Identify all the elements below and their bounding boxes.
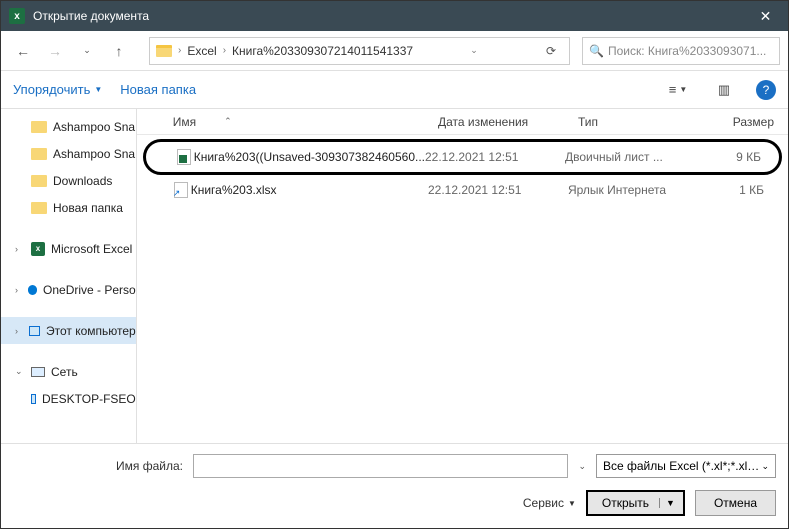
pc-icon [29,326,40,336]
file-row[interactable]: Книга%203((Unsaved-309307382460560... 22… [150,144,775,170]
file-list: Имя⌃ Дата изменения Тип Размер Книга%203… [137,109,788,443]
help-button[interactable]: ? [756,80,776,100]
dialog-footer: Имя файла: ⌄ Все файлы Excel (*.xl*;*.xl… [1,443,788,528]
folder-icon [156,45,172,57]
search-icon: 🔍 [589,44,604,58]
cloud-icon [28,285,37,295]
file-type: Двоичный лист ... [565,150,695,164]
column-size[interactable]: Размер [708,115,788,129]
shortcut-icon [174,182,188,198]
chevron-right-icon: › [223,45,226,56]
expand-icon[interactable]: › [15,285,22,295]
tree-folder[interactable]: Новая папка [1,194,136,221]
file-name: Книга%203.xlsx [191,183,428,197]
nav-back-button[interactable]: ← [9,37,37,65]
tree-folder[interactable]: Ashampoo Sna [1,113,136,140]
nav-up-button[interactable]: ↑ [105,37,133,65]
search-input[interactable]: 🔍 Поиск: Книга%2033093071... [582,37,780,65]
nav-forward-button[interactable]: → [41,37,69,65]
excel-binary-icon [177,149,191,165]
sort-indicator-icon: ⌃ [224,116,232,127]
excel-app-icon: x [9,8,25,24]
new-folder-button[interactable]: Новая папка [120,82,196,97]
chevron-right-icon: › [178,45,181,56]
filename-input[interactable] [193,454,568,478]
tree-excel[interactable]: ›xMicrosoft Excel [1,235,136,262]
filename-dropdown[interactable]: ⌄ [578,461,586,472]
file-filter-dropdown[interactable]: Все файлы Excel (*.xl*;*.xlsx;* ⌄ [596,454,776,478]
column-name[interactable]: Имя⌃ [165,115,438,129]
tree-onedrive[interactable]: ›OneDrive - Perso [1,276,136,303]
excel-icon: x [31,242,45,256]
file-size: 1 КБ [698,183,778,197]
close-button[interactable]: ✕ [743,1,788,31]
file-date: 22.12.2021 12:51 [425,150,565,164]
chevron-down-icon: ⌄ [761,461,769,472]
folder-icon [31,121,47,133]
column-type[interactable]: Тип [578,115,708,129]
expand-icon[interactable]: › [15,244,25,254]
pc-icon [31,394,36,404]
tools-dropdown[interactable]: Сервис ▼ [523,496,576,510]
tree-this-pc[interactable]: ›Этот компьютер [1,317,136,344]
expand-icon[interactable]: › [15,326,23,336]
preview-pane-button[interactable]: ▥ [710,78,738,102]
nav-tree: Ashampoo Sna Ashampoo Sna Downloads Нова… [1,109,137,443]
file-name: Книга%203((Unsaved-309307382460560... [194,150,425,164]
collapse-icon[interactable]: ⌄ [15,366,25,377]
organize-button[interactable]: Упорядочить ▼ [13,82,102,97]
window-title: Открытие документа [33,9,743,23]
column-headers: Имя⌃ Дата изменения Тип Размер [137,109,788,135]
chevron-down-icon: ▼ [94,85,102,94]
search-placeholder: Поиск: Книга%2033093071... [608,44,766,58]
nav-recent-dropdown[interactable]: ⌄ [73,37,101,65]
filename-label: Имя файла: [13,459,183,473]
tree-folder[interactable]: Ashampoo Sna [1,140,136,167]
breadcrumb-1[interactable]: Книга%203309307214011541337 [232,44,413,58]
file-type: Ярлык Интернета [568,183,698,197]
tree-network[interactable]: ⌄Сеть [1,358,136,385]
breadcrumb-0[interactable]: Excel [187,44,216,58]
view-mode-button[interactable]: ≡ ▼ [664,78,692,102]
file-row[interactable]: Книга%203.xlsx 22.12.2021 12:51 Ярлык Ин… [137,177,788,203]
body: Ashampoo Sna Ashampoo Sna Downloads Нова… [1,109,788,443]
folder-icon [31,202,47,214]
titlebar: x Открытие документа ✕ [1,1,788,31]
network-icon [31,367,45,377]
folder-icon [31,148,47,160]
column-date[interactable]: Дата изменения [438,115,578,129]
tree-network-pc[interactable]: DESKTOP-FSEO [1,385,136,412]
folder-icon [31,175,47,187]
open-button[interactable]: Открыть ▼ [586,490,685,516]
open-split-dropdown[interactable]: ▼ [659,498,681,508]
tree-folder[interactable]: Downloads [1,167,136,194]
file-date: 22.12.2021 12:51 [428,183,568,197]
refresh-button[interactable]: ⟳ [539,44,563,58]
toolbar: Упорядочить ▼ Новая папка ≡ ▼ ▥ ? [1,71,788,109]
highlighted-file-row: Книга%203((Unsaved-309307382460560... 22… [143,139,782,175]
address-dropdown[interactable]: ⌄ [462,45,486,56]
file-size: 9 КБ [695,150,775,164]
chevron-down-icon: ▼ [568,499,576,508]
cancel-button[interactable]: Отмена [695,490,776,516]
nav-row: ← → ⌄ ↑ › Excel › Книга%2033093072140115… [1,31,788,71]
address-bar[interactable]: › Excel › Книга%203309307214011541337 ⌄ … [149,37,570,65]
